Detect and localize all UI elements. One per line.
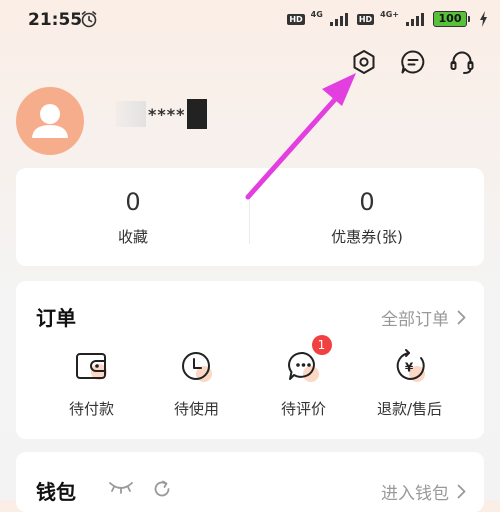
comment-icon: 1 [284,335,332,387]
header-actions [348,46,478,78]
status-time: 21:55 [28,10,83,30]
battery-level: 100 [433,11,467,27]
stats-card: 0 收藏 0 优惠券(张) [16,168,484,266]
orders-card: 订单 全部订单 待付款 待使用 1 待评价 ¥ 退款/售后 [16,281,484,439]
clock-icon [177,347,217,387]
username-redaction [187,99,208,129]
status-bar: 21:55 HD 4G HD 4G+ 100 [0,0,500,40]
favorites-count: 0 [125,188,141,216]
chevron-right-icon [457,484,466,499]
wallet-title: 钱包 [36,480,76,504]
network-type-label: 4G [310,9,323,19]
user-silhouette-icon [32,104,68,138]
refund-aftersale-label: 退款/售后 [376,400,443,418]
customer-service-icon[interactable] [446,46,478,78]
wallet-icon [72,347,112,387]
coupons-label: 优惠券(张) [331,228,403,246]
refresh-icon[interactable] [152,479,172,499]
enter-wallet-label: 进入钱包 [381,484,449,504]
svg-text:¥: ¥ [404,361,413,375]
signal-icon [406,13,424,26]
username-masked: **** [148,104,186,124]
chevron-right-icon [457,310,466,325]
battery-tip [468,16,470,22]
coupons-count: 0 [359,188,375,216]
charging-icon [480,11,487,27]
hd-badge: HD [287,13,305,25]
settings-icon[interactable] [348,46,380,78]
alarm-icon [81,11,97,28]
refund-icon: ¥ [390,347,430,387]
battery-indicator: 100 [433,11,470,27]
pending-review-label: 待评价 [280,400,326,418]
order-pending-payment[interactable]: 待付款 [33,347,150,419]
favorites-stat[interactable]: 0 收藏 [16,168,250,247]
enter-wallet-link[interactable]: 进入钱包 [381,479,466,504]
favorites-label: 收藏 [117,228,148,246]
order-pending-use[interactable]: 待使用 [138,347,255,419]
order-pending-review[interactable]: 1 待评价 [245,335,362,419]
network-type-label: 4G+ [380,9,399,19]
username[interactable]: **** [116,99,208,129]
review-count-badge: 1 [311,335,332,355]
wallet-card: 钱包 进入钱包 [16,452,484,512]
all-orders-label: 全部订单 [381,310,449,330]
avatar[interactable] [16,87,84,155]
orders-title: 订单 [36,306,76,330]
pending-use-label: 待使用 [173,400,219,418]
eye-closed-icon[interactable] [108,480,134,494]
coupons-stat[interactable]: 0 优惠券(张) [250,168,484,247]
order-refund-aftersale[interactable]: ¥ 退款/售后 [351,347,468,419]
status-indicators: HD 4G HD 4G+ 100 [287,9,488,27]
message-icon[interactable] [397,46,429,78]
all-orders-link[interactable]: 全部订单 [381,305,466,330]
signal-icon [329,13,348,26]
hd-badge: HD [356,13,375,25]
username-redaction [116,101,146,127]
pending-payment-label: 待付款 [68,400,114,418]
